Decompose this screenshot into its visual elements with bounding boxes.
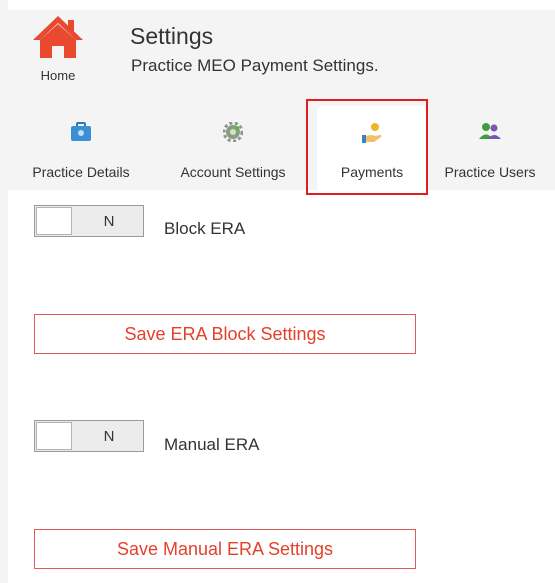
tab-account-settings[interactable]: Account Settings [162,106,304,190]
briefcase-icon [70,122,92,147]
home-label: Home [40,68,76,83]
toggle-value: N [103,213,115,230]
tab-practice-details[interactable]: Practice Details [8,106,154,190]
hand-coin-icon [360,122,384,149]
toggle-knob [36,422,72,450]
toggle-knob [36,207,72,235]
tab-payments[interactable]: Payments [317,106,427,190]
tab-label: Payments [340,164,404,180]
tab-label: Practice Users [444,164,536,180]
manual-era-toggle[interactable]: N [34,420,144,452]
tab-label: Account Settings [180,164,286,180]
save-era-block-settings-button[interactable]: Save ERA Block Settings [34,314,416,354]
home-icon [33,16,83,58]
users-icon [478,122,502,145]
block-era-label: Block ERA [164,219,246,238]
tab-practice-users[interactable]: Practice Users [428,106,552,190]
block-era-toggle[interactable]: N [34,205,144,237]
gear-icon [222,121,244,147]
left-margin-bar [0,0,8,583]
page-title: Settings [130,23,214,49]
save-manual-era-settings-button[interactable]: Save Manual ERA Settings [34,529,416,569]
manual-era-label: Manual ERA [164,435,260,454]
home-button[interactable]: Home [28,14,88,104]
tab-label: Practice Details [32,164,130,180]
settings-tabs: Practice Details Account Settings Paymen… [8,106,555,190]
toggle-value: N [103,428,115,445]
page-subtitle: Practice MEO Payment Settings. [131,56,379,75]
